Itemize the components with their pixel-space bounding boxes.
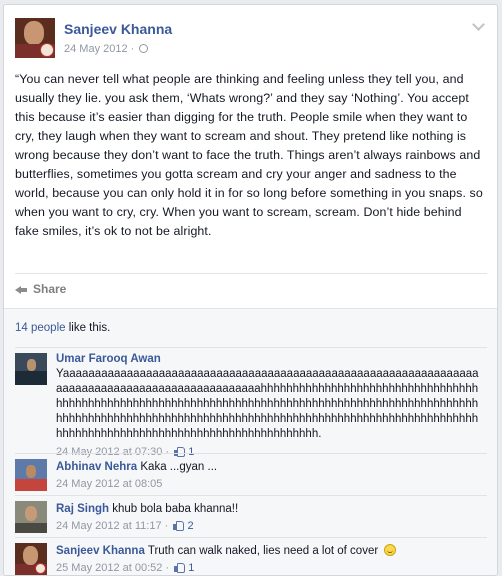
comment-like-count[interactable]: 1 bbox=[188, 562, 194, 574]
globe-icon bbox=[139, 44, 149, 53]
comment-name-line: Sanjeev Khanna Truth can walk naked, lie… bbox=[56, 544, 481, 559]
commenter-avatar[interactable] bbox=[15, 501, 47, 533]
comment-meta: 24 May 2012 at 11:17 · 2 bbox=[56, 519, 481, 534]
commenter-name[interactable]: Sanjeev Khanna bbox=[56, 545, 145, 557]
comment-name-line: Umar Farooq Awan bbox=[56, 352, 481, 367]
post-text: “You can never tell what people are thin… bbox=[15, 72, 483, 238]
smile-icon bbox=[384, 544, 397, 556]
avatar-face bbox=[27, 359, 36, 371]
avatar-detail bbox=[15, 523, 47, 533]
comment-meta: 25 May 2012 at 00:52 · 1 bbox=[56, 561, 481, 575]
commenter-avatar[interactable] bbox=[15, 459, 47, 491]
meta-separator: · bbox=[130, 43, 135, 55]
meta-dot: · bbox=[164, 520, 169, 532]
avatar-face bbox=[24, 21, 44, 45]
comment-timestamp[interactable]: 24 May 2012 at 11:17 bbox=[56, 520, 162, 532]
commenter-name[interactable]: Umar Farooq Awan bbox=[56, 353, 161, 365]
comment-timestamp[interactable]: 24 May 2012 at 08:05 bbox=[56, 478, 162, 490]
comment-item: Raj Singh khub bola baba khanna!! 24 May… bbox=[15, 495, 487, 535]
commenter-avatar[interactable] bbox=[15, 543, 47, 575]
comment-body: Umar Farooq Awan Yaaaaaaaaaaaaaaaaaaaaaa… bbox=[56, 352, 481, 460]
avatar-face bbox=[25, 506, 37, 521]
post-meta: 24 May 2012 · bbox=[64, 43, 149, 55]
comment-like-count[interactable]: 2 bbox=[187, 520, 193, 532]
comment-item: Abhinav Nehra Kaka ...gyan ... 24 May 20… bbox=[15, 453, 487, 493]
avatar[interactable] bbox=[15, 18, 55, 58]
author-name[interactable]: Sanjeev Khanna bbox=[64, 21, 172, 37]
comment-text: Truth can walk naked, lies need a lot of… bbox=[147, 545, 379, 557]
comment-meta: 24 May 2012 at 08:05 bbox=[56, 477, 481, 492]
like-icon[interactable] bbox=[174, 562, 186, 573]
comment-item: Umar Farooq Awan Yaaaaaaaaaaaaaaaaaaaaaa… bbox=[15, 347, 487, 458]
post-card: Sanjeev Khanna 24 May 2012 · “You can ne… bbox=[3, 4, 498, 576]
comment-body: Sanjeev Khanna Truth can walk naked, lie… bbox=[56, 544, 481, 575]
avatar-detail bbox=[15, 371, 47, 385]
comment-text: Yaaaaaaaaaaaaaaaaaaaaaaaaaaaaaaaaaaaaaaa… bbox=[56, 368, 479, 440]
comment-name-line: Raj Singh khub bola baba khanna!! bbox=[56, 502, 481, 517]
avatar-badge-icon bbox=[40, 43, 54, 57]
comment-body: Abhinav Nehra Kaka ...gyan ... 24 May 20… bbox=[56, 460, 481, 492]
comment-name-line: Abhinav Nehra Kaka ...gyan ... bbox=[56, 460, 481, 475]
commenter-name[interactable]: Abhinav Nehra bbox=[56, 461, 137, 473]
likes-count-link[interactable]: 14 people bbox=[15, 322, 66, 334]
post-date[interactable]: 24 May 2012 bbox=[64, 43, 128, 55]
comment-item: Sanjeev Khanna Truth can walk naked, lie… bbox=[15, 537, 487, 575]
share-button[interactable]: Share bbox=[15, 282, 66, 300]
like-icon[interactable] bbox=[173, 520, 185, 531]
commenter-avatar[interactable] bbox=[15, 353, 47, 385]
avatar-detail bbox=[15, 479, 47, 491]
comment-body: Raj Singh khub bola baba khanna!! 24 May… bbox=[56, 502, 481, 534]
meta-dot: · bbox=[165, 562, 170, 574]
avatar-badge-icon bbox=[35, 563, 46, 574]
share-label: Share bbox=[33, 282, 67, 296]
divider bbox=[15, 273, 487, 274]
share-icon bbox=[15, 284, 27, 294]
feedback-section: 14 people like this. Umar Farooq Awan Ya… bbox=[4, 308, 497, 575]
post-header: Sanjeev Khanna 24 May 2012 · bbox=[15, 18, 485, 62]
avatar-face bbox=[23, 546, 38, 565]
likes-summary: 14 people like this. bbox=[15, 322, 110, 334]
chevron-down-icon[interactable] bbox=[473, 19, 485, 31]
comment-text: Kaka ...gyan ... bbox=[140, 461, 218, 473]
likes-suffix: like this. bbox=[65, 322, 111, 334]
avatar-face bbox=[26, 465, 36, 478]
commenter-name[interactable]: Raj Singh bbox=[56, 503, 109, 515]
comment-text: khub bola baba khanna!! bbox=[112, 503, 239, 515]
comment-timestamp[interactable]: 25 May 2012 at 00:52 bbox=[56, 562, 162, 574]
